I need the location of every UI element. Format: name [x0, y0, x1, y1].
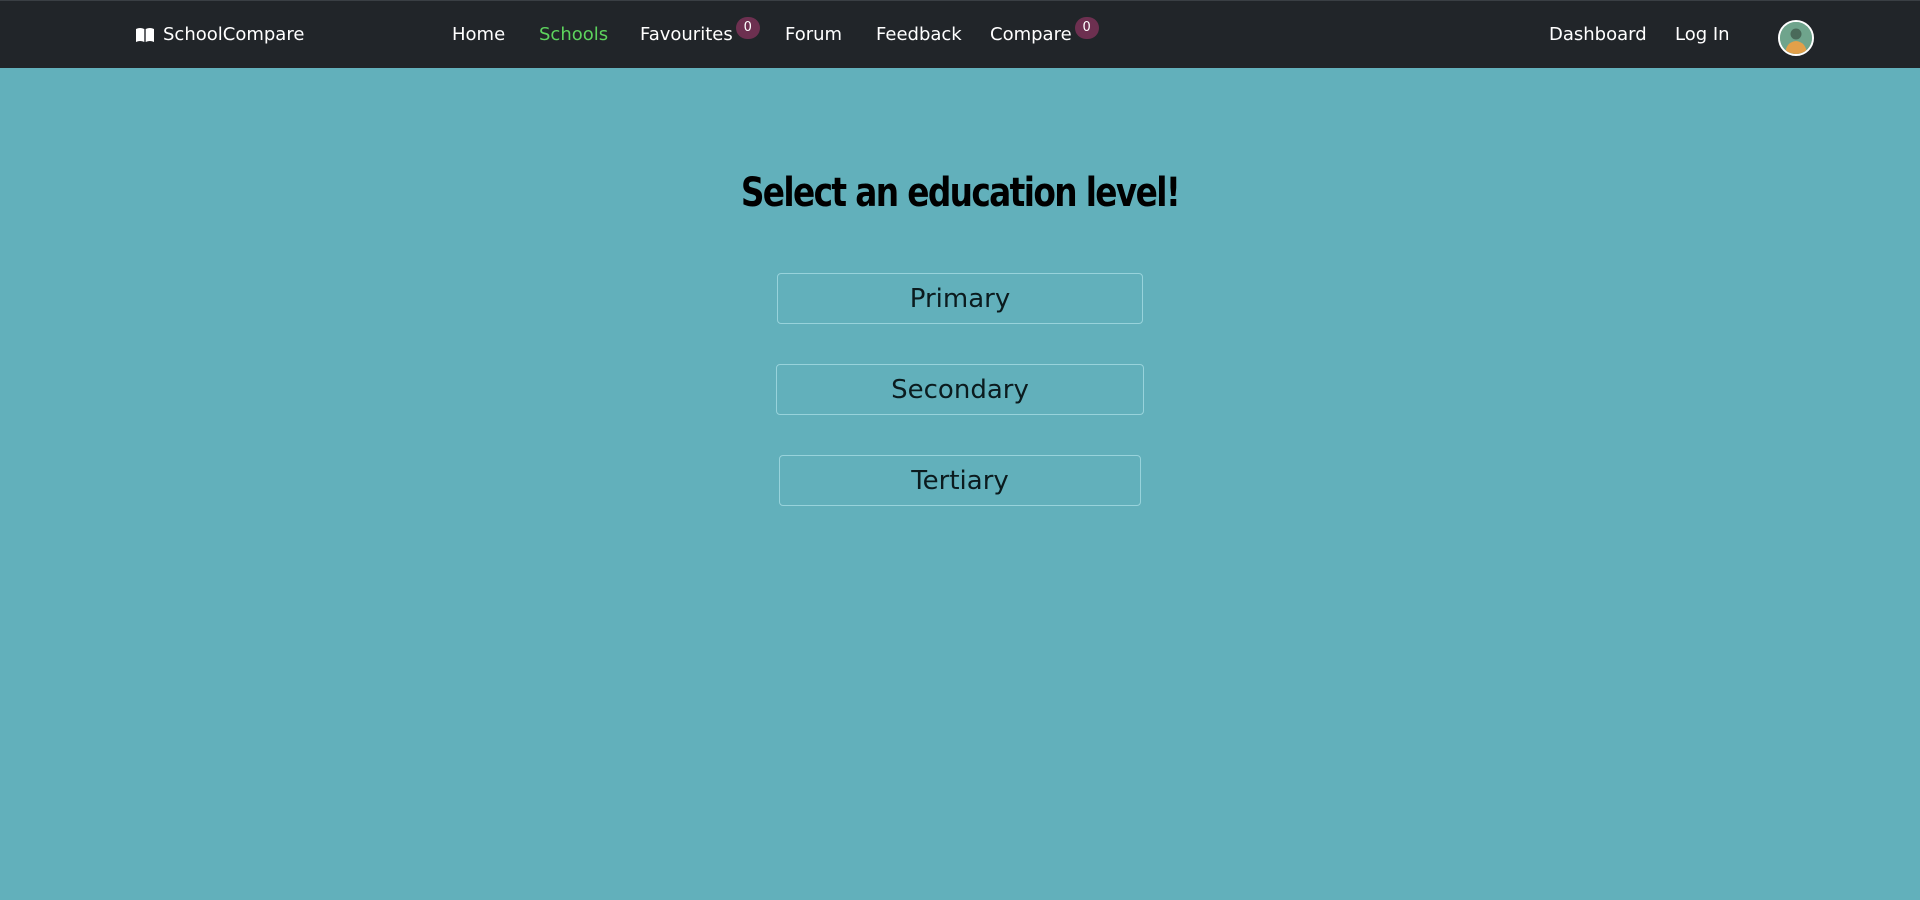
nav-link-schools[interactable]: Schools: [539, 24, 608, 45]
top-navbar: SchoolCompare Home Schools Favourites 0 …: [0, 0, 1920, 68]
nav-link-login[interactable]: Log In: [1675, 24, 1730, 45]
nav-link-compare-label: Compare: [990, 24, 1072, 45]
compare-count-badge: 0: [1074, 17, 1099, 39]
nav-link-compare[interactable]: Compare 0: [990, 17, 1099, 45]
nav-link-favourites[interactable]: Favourites 0: [640, 17, 760, 45]
nav-link-dashboard[interactable]: Dashboard: [1549, 24, 1647, 45]
user-avatar-icon[interactable]: [1778, 20, 1814, 56]
primary-level-button[interactable]: Primary: [777, 273, 1143, 324]
secondary-level-button[interactable]: Secondary: [776, 364, 1144, 415]
brand-label: SchoolCompare: [163, 24, 305, 45]
page-heading: Select an education level!: [740, 170, 1181, 216]
nav-link-home[interactable]: Home: [452, 24, 505, 45]
open-book-icon: [135, 27, 155, 43]
brand-link[interactable]: SchoolCompare: [135, 24, 304, 45]
nav-link-forum[interactable]: Forum: [785, 24, 842, 45]
nav-link-favourites-label: Favourites: [640, 24, 733, 45]
favourites-count-badge: 0: [735, 17, 760, 39]
nav-link-feedback[interactable]: Feedback: [876, 24, 962, 45]
tertiary-level-button[interactable]: Tertiary: [779, 455, 1141, 506]
